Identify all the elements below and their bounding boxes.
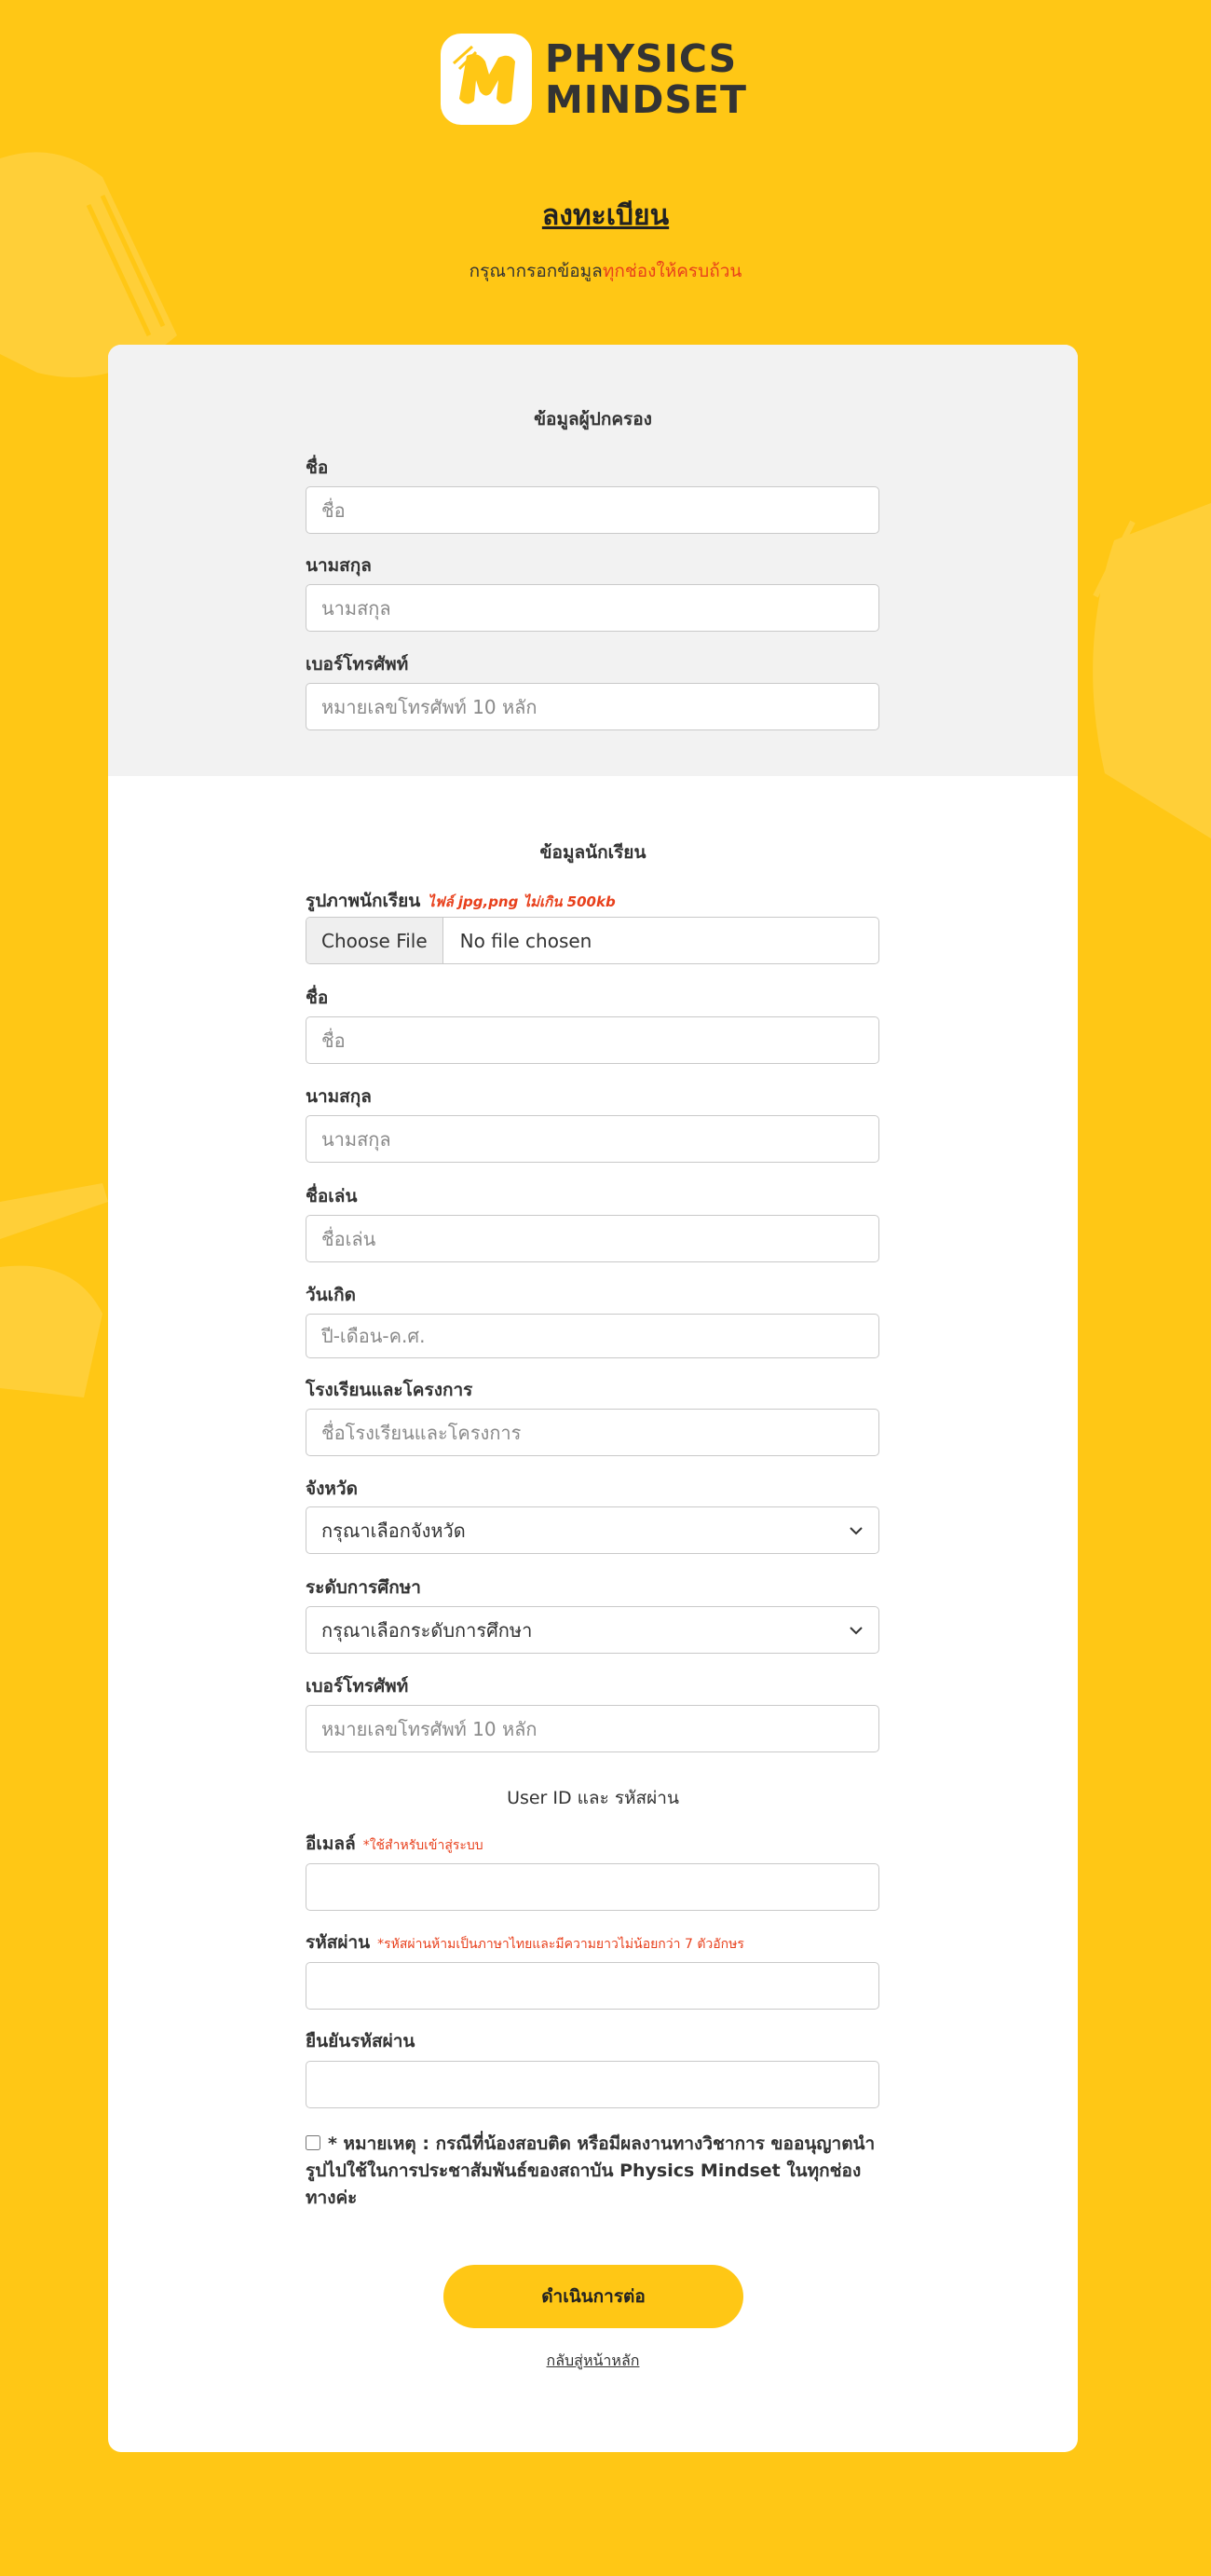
brand-line-2: MINDSET [545, 77, 747, 122]
student-last-name-label: นามสกุล [306, 1086, 372, 1107]
school-label: โรงเรียนและโครงการ [306, 1380, 473, 1400]
parent-section: ข้อมูลผู้ปกครอง ชื่อ นามสกุล เบอร์โทรศัพ… [108, 345, 1078, 776]
education-level-select[interactable]: กรุณาเลือกระดับการศึกษา [306, 1606, 879, 1654]
brand-logo[interactable]: PHYSICS MINDSET [441, 34, 747, 125]
student-photo-upload[interactable]: Choose File No file chosen [306, 917, 879, 964]
parent-last-name-label: นามสกุล [306, 555, 372, 576]
student-nickname-label: ชื่อเล่น [306, 1186, 358, 1206]
brand-name: PHYSICS MINDSET [545, 38, 747, 120]
page-title: ลงทะเบียน [541, 199, 670, 232]
consent-checkbox[interactable] [306, 2135, 320, 2150]
continue-button[interactable]: ดำเนินการต่อ [443, 2265, 743, 2328]
consent-note: * หมายเหตุ : กรณีที่น้องสอบติด หรือมีผลง… [306, 2131, 879, 2212]
brand-line-1: PHYSICS [545, 36, 738, 81]
student-first-name-label: ชื่อ [306, 988, 329, 1008]
confirm-password-input[interactable] [306, 2061, 879, 2108]
password-note: *รหัสผ่านห้ามเป็นภาษาไทยและมีความยาวไม่น… [377, 1937, 744, 1952]
education-level-label: ระดับการศึกษา [306, 1577, 421, 1598]
parent-first-name-label: ชื่อ [306, 457, 329, 478]
background-decoration-right [1093, 503, 1211, 838]
page-subtitle: กรุณากรอกข้อมูลทุกช่องให้ครบถ้วน [0, 257, 1211, 285]
student-phone-input[interactable] [306, 1705, 879, 1752]
province-label: จังหวัด [306, 1479, 358, 1499]
password-label: รหัสผ่าน *รหัสผ่านห้ามเป็นภาษาไทยและมีควา… [306, 1929, 744, 1956]
subtitle-highlight: ทุกช่องให้ครบถ้วน [602, 261, 742, 281]
email-label-text: อีเมลล์ [306, 1833, 356, 1854]
confirm-password-label: ยืนยันรหัสผ่าน [306, 2031, 415, 2051]
file-status: No file chosen [459, 929, 592, 952]
choose-file-button[interactable]: Choose File [306, 918, 443, 963]
back-to-home-link[interactable]: กลับสู่หน้าหลัก [108, 2350, 1078, 2373]
province-select-value: กรุณาเลือกจังหวัด [321, 1519, 466, 1542]
student-last-name-input[interactable] [306, 1115, 879, 1163]
student-photo-note: ไฟล์ jpg,png ไม่เกิน 500kb [428, 893, 616, 910]
email-label: อีเมลล์ *ใช้สำหรับเข้าสู่ระบบ [306, 1830, 483, 1858]
password-input[interactable] [306, 1962, 879, 2010]
parent-phone-label: เบอร์โทรศัพท์ [306, 654, 409, 675]
registration-card: ข้อมูลผู้ปกครอง ชื่อ นามสกุล เบอร์โทรศัพ… [108, 345, 1078, 2452]
chevron-down-icon [850, 1526, 863, 1534]
parent-first-name-input[interactable] [306, 486, 879, 534]
student-birthday-label: วันเกิด [306, 1285, 356, 1305]
email-input[interactable] [306, 1863, 879, 1911]
student-first-name-input[interactable] [306, 1016, 879, 1064]
student-birthday-input[interactable] [306, 1314, 879, 1358]
background-decoration-left-mid [0, 1183, 108, 1397]
consent-text: * หมายเหตุ : กรณีที่น้องสอบติด หรือมีผลง… [306, 2133, 876, 2208]
province-select[interactable]: กรุณาเลือกจังหวัด [306, 1506, 879, 1554]
student-nickname-input[interactable] [306, 1215, 879, 1262]
student-photo-label: รูปภาพนักเรียน ไฟล์ jpg,png ไม่เกิน 500kb [306, 887, 616, 915]
student-photo-label-text: รูปภาพนักเรียน [306, 891, 421, 911]
pm-logo-icon [441, 34, 532, 125]
student-section-title: ข้อมูลนักเรียน [539, 842, 646, 863]
parent-phone-input[interactable] [306, 683, 879, 730]
student-phone-label: เบอร์โทรศัพท์ [306, 1676, 409, 1697]
parent-last-name-input[interactable] [306, 584, 879, 632]
subtitle-prefix: กรุณากรอกข้อมูล [469, 261, 603, 281]
parent-section-title: ข้อมูลผู้ปกครอง [534, 409, 652, 429]
school-input[interactable] [306, 1409, 879, 1456]
education-level-select-value: กรุณาเลือกระดับการศึกษา [321, 1618, 533, 1642]
password-label-text: รหัสผ่าน [306, 1932, 371, 1953]
chevron-down-icon [850, 1626, 863, 1634]
email-note: *ใช้สำหรับเข้าสู่ระบบ [362, 1838, 483, 1853]
account-section-title: User ID และ รหัสผ่าน [507, 1788, 679, 1808]
